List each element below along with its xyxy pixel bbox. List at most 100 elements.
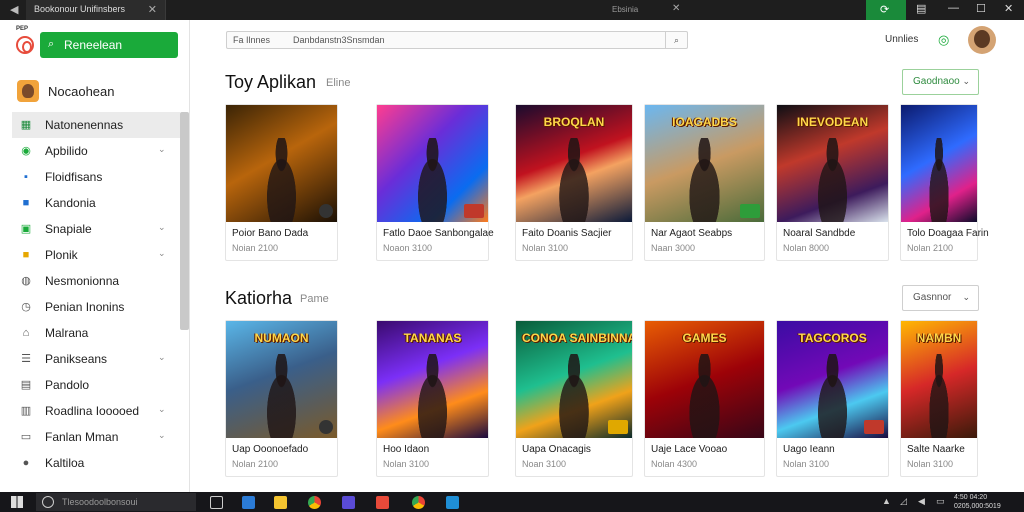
game-title: Fatlo Daoe Sanbongalae [383,228,494,239]
sidebar-item-label: Pandolo [45,378,90,392]
sidebar-item[interactable]: ▣ Snapiale ⌄ [12,216,180,242]
taskbar-search[interactable]: Tlesoodoolbonsoui [36,493,196,511]
globe-icon: ◉ [21,145,31,157]
game-title: Uap Ooonoefado [232,444,309,455]
game-card[interactable]: BROQLAN Faito Doanis Sacjier Nolan 3100 [515,104,633,261]
game-logo: IOAGADBS [672,115,737,129]
tab-close-icon[interactable]: ✕ [148,3,157,16]
game-artwork: TAGCOROS [777,321,888,438]
shield-badge-icon [319,204,333,218]
game-card[interactable]: NAMBN Salte Naarke Nolan 3100 [900,320,978,477]
extension-button[interactable]: ⟳ [866,0,906,20]
media-icon[interactable] [376,496,389,509]
clock-time: 4:50 04:20 [954,494,988,501]
sidebar-item[interactable]: ▭ Fanlan Mman ⌄ [12,424,180,450]
browser-tab[interactable]: Bookonour Unifinsbers ✕ [26,0,166,20]
profile-name[interactable]: Nocaohean [48,84,115,99]
game-meta: Nolan 2100 [232,459,279,469]
game-meta: Nolan 4300 [651,459,698,469]
clock-icon: ◷ [21,301,31,313]
game-card[interactable]: NUMAON Uap Ooonoefado Nolan 2100 [225,320,338,477]
address-search-icon[interactable]: ⌕ [665,32,687,48]
chevron-down-icon[interactable]: ⌄ [158,352,166,363]
address-bar[interactable]: Fa Ilnnes Danbdanstn3Snsmdan ⌕ [226,31,688,49]
sidebar-item-label: Snapiale [45,222,92,236]
game-card[interactable]: INEVODEAN Noaral Sandbde Nolan 8000 [776,104,889,261]
game-logo: INEVODEAN [796,115,869,129]
taskbar-clock[interactable]: 4:50 04:20 0205,000:5019 [954,493,1001,511]
taskbar-search-text: Tlesoodoolbonsoui [62,497,138,507]
chevron-down-icon[interactable]: ⌄ [158,248,166,259]
chevron-down-icon[interactable]: ⌄ [158,430,166,441]
game-card[interactable]: TAGCOROS Uago Ieann Nolan 3100 [776,320,889,477]
notification-icon[interactable]: ◎ [938,32,949,48]
game-logo: BROQLAN [543,115,605,129]
user-icon: ◍ [21,275,31,287]
gold-badge-icon [608,420,628,434]
person-icon: ● [22,457,30,469]
app-icon[interactable] [342,496,355,509]
sidebar-item[interactable]: ▥ Roadlina Iooooed ⌄ [12,398,180,424]
battery-icon[interactable]: ▭ [936,496,945,507]
sidebar-item[interactable]: ◷ Penian Inonins [12,294,180,320]
sidebar-item[interactable]: ◉ Apbilido ⌄ [12,138,180,164]
section-more-button[interactable]: Gasnnor ⌄ [902,285,979,311]
sidebar-scrollbar[interactable] [180,112,189,330]
chevron-down-icon[interactable]: ⌄ [158,144,166,155]
search-icon: ⌕ [48,38,55,50]
game-card[interactable]: Poior Bano Dada Noian 2100 [225,104,338,261]
sidebar-item[interactable]: ▦ Natonenennas [12,112,180,138]
game-card[interactable]: IOAGADBS Nar Agaot Seabps Naan 3000 [644,104,765,261]
sidebar-item[interactable]: ● Kaltiloa [12,450,180,476]
folder-outline-icon: ▭ [20,431,32,443]
volume-icon[interactable]: ◀ [918,496,925,507]
game-meta: Naan 3000 [651,243,696,253]
file-explorer-icon[interactable] [274,496,287,509]
sidebar-item[interactable]: ▪ Floidfisans [12,164,180,190]
close-icon[interactable]: ✕ [672,3,680,14]
red-badge-icon [464,204,484,218]
section-filter[interactable]: Pame [300,293,329,305]
window-close-icon[interactable]: ✕ [1004,2,1013,15]
chevron-down-icon[interactable]: ⌄ [158,404,166,415]
sidebar-item[interactable]: ☰ Panikseans ⌄ [12,346,180,372]
game-artwork: IOAGADBS [645,105,764,222]
chevron-down-icon[interactable]: ⌄ [158,222,166,233]
profile-avatar[interactable] [17,80,39,102]
game-logo: TAGCOROS [798,331,867,345]
game-card[interactable]: Tolo Doagaa Farin Nolan 2100 [900,104,989,261]
search-button[interactable]: ⌕ Reneelean [40,32,178,58]
chrome-icon[interactable] [308,496,321,509]
back-arrow-icon[interactable]: ◀ [10,3,18,16]
warning-icon[interactable]: ▲ [882,496,891,506]
window-menu-icon[interactable]: ▤ [916,2,926,15]
maximize-icon[interactable]: ☐ [976,2,986,15]
top-link[interactable]: Unnlies [885,34,918,45]
sidebar-item[interactable]: ■ Plonik ⌄ [12,242,180,268]
game-artwork: GAMES [645,321,764,438]
section-filter[interactable]: Eline [326,77,350,89]
sidebar-item[interactable]: ⌂ Malrana [12,320,180,346]
game-meta: Nolan 2100 [907,243,954,253]
section-more-button[interactable]: Gaodnaoo ⌄ [902,69,979,95]
task-view-icon[interactable] [210,496,223,509]
windows-start-icon[interactable] [11,496,23,508]
game-card[interactable]: TANANAS Hoo Idaon Nolan 3100 [376,320,489,477]
game-artwork: NUMAON [226,321,337,438]
edge-icon[interactable] [242,496,255,509]
minimize-icon[interactable]: — [948,2,959,14]
chrome-icon-2[interactable] [412,496,425,509]
sidebar-item[interactable]: ◍ Nesmonionna [12,268,180,294]
user-avatar[interactable] [968,26,996,54]
sidebar-item[interactable]: ■ Kandonia [12,190,180,216]
network-icon[interactable]: ◿ [900,496,907,507]
game-card[interactable]: GAMES Uaje Lace Vooao Nolan 4300 [644,320,765,477]
store-icon: ■ [22,197,30,209]
sidebar-item[interactable]: ▤ Pandolo [12,372,180,398]
store-app-icon[interactable] [446,496,459,509]
game-card[interactable]: Fatlo Daoe Sanbongalae Noaon 3100 [376,104,494,261]
game-logo: NUMAON [254,331,309,345]
game-card[interactable]: CONOA SAINBINNA Uapa Onacagis Noan 3100 [515,320,633,477]
game-meta: Nolan 3100 [907,459,954,469]
folder-icon: ▪ [24,171,28,183]
